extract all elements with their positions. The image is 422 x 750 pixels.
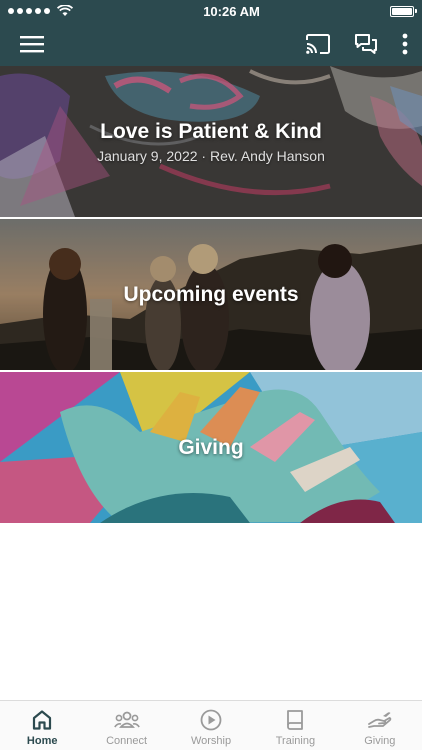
chat-icon[interactable] [354,33,378,55]
signal-icon [8,5,73,17]
giving-title: Giving [178,435,244,459]
upcoming-events-card[interactable]: Upcoming events [0,219,422,370]
app-bar [0,22,422,66]
tab-training[interactable]: Training [253,701,337,750]
tab-label: Training [275,735,316,747]
tab-label: Connect [106,735,148,747]
tab-worship[interactable]: Worship [169,701,253,750]
sermon-subtitle: January 9, 2022 · Rev. Andy Hanson [97,147,325,164]
people-icon [113,707,140,733]
menu-icon[interactable] [20,35,44,53]
more-vert-icon[interactable] [402,33,408,55]
home-icon [29,707,55,733]
events-title: Upcoming events [123,282,299,306]
tab-label: Worship [190,735,232,747]
book-icon [282,707,308,733]
tab-giving[interactable]: Giving [338,701,422,750]
giving-card[interactable]: Giving [0,372,422,523]
sermon-card[interactable]: Love is Patient & Kind January 9, 2022 ·… [0,66,422,217]
giving-hand-icon [367,707,393,733]
tab-home[interactable]: Home [0,701,84,750]
status-bar: 10:26 AM [0,0,422,22]
battery-icon [389,5,417,17]
tab-label: Giving [364,735,396,747]
wifi-icon [57,5,73,16]
tab-label: Home [26,735,58,747]
play-icon [198,707,224,733]
sermon-title: Love is Patient & Kind [100,119,322,143]
status-time: 10:26 AM [203,3,260,19]
bottom-tab-bar: Home Connect Worship Training Giving [0,700,422,750]
tab-connect[interactable]: Connect [84,701,168,750]
cast-icon[interactable] [306,34,330,54]
